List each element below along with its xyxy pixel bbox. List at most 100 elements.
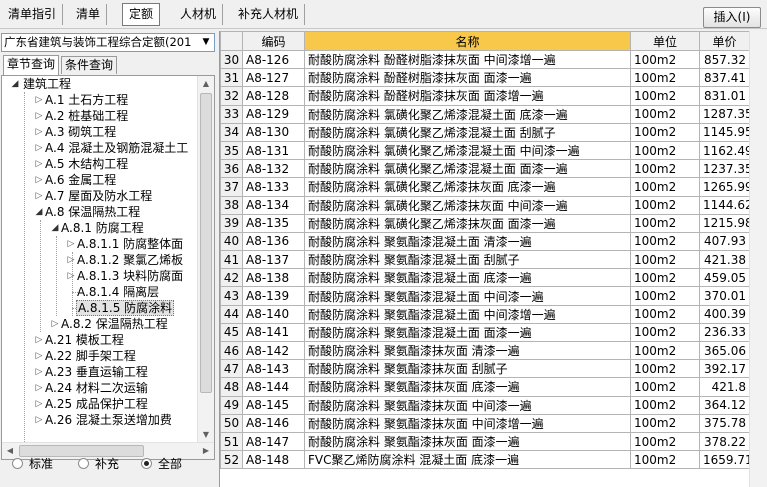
row-index[interactable]: 51 — [220, 431, 243, 452]
tree-node[interactable]: A.8.1.3 块料防腐面 — [76, 268, 184, 284]
table-row[interactable]: 40 A8-136 耐酸防腐涂料 聚氨酯漆混凝土面 清漆一遍 100m2 407.93 — [220, 231, 750, 252]
row-index[interactable]: 33 — [220, 104, 243, 124]
row-unit[interactable]: 100m2 — [630, 340, 700, 361]
row-price[interactable]: 1162.49 — [699, 140, 750, 161]
row-unit[interactable]: 100m2 — [630, 286, 700, 306]
row-unit[interactable]: 100m2 — [630, 231, 700, 252]
scroll-thumb[interactable] — [200, 93, 212, 393]
tree-expand-icon[interactable]: ▷ — [66, 252, 76, 268]
row-unit[interactable]: 100m2 — [630, 268, 700, 288]
row-code[interactable]: A8-146 — [242, 413, 305, 433]
row-name[interactable]: 耐酸防腐涂料 聚氨酯漆抹灰面 面漆一遍 — [304, 431, 631, 452]
row-name[interactable]: FVC聚乙烯防腐涂料 混凝土面 底漆一遍 — [304, 450, 631, 470]
table-row[interactable]: 36 A8-132 耐酸防腐涂料 氯磺化聚乙烯漆混凝土面 面漆一遍 100m2 1237… — [220, 159, 750, 179]
tree-node[interactable]: A.8.1 防腐工程 — [60, 220, 145, 236]
table-row[interactable]: 37 A8-133 耐酸防腐涂料 氯磺化聚乙烯漆抹灰面 底漆一遍 100m2 1265.… — [220, 177, 750, 197]
tree-expand-icon[interactable]: ▷ — [34, 108, 44, 124]
row-name[interactable]: 耐酸防腐涂料 酚醛树脂漆抹灰面 面漆增一遍 — [304, 86, 631, 106]
table-row[interactable]: 47 A8-143 耐酸防腐涂料 聚氨酯漆抹灰面 刮腻子 100m2 392.17 — [220, 359, 750, 379]
row-code[interactable]: A8-148 — [242, 450, 305, 470]
row-unit[interactable]: 100m2 — [630, 68, 700, 88]
table-row[interactable]: 39 A8-135 耐酸防腐涂料 氯磺化聚乙烯漆抹灰面 面漆一遍 100m2 1215.… — [220, 213, 750, 233]
tree-node[interactable]: A.21 模板工程 — [44, 332, 125, 348]
tab-bill[interactable]: 清单 — [70, 4, 108, 25]
tree-node[interactable]: A.4 混凝土及钢筋混凝土工 — [44, 140, 189, 156]
row-code[interactable]: A8-131 — [242, 140, 305, 161]
row-code[interactable]: A8-135 — [242, 213, 305, 233]
row-unit[interactable]: 100m2 — [630, 304, 700, 324]
tree-node[interactable]: A.1 土石方工程 — [44, 92, 129, 108]
tree-expand-icon[interactable]: ▷ — [34, 124, 44, 140]
tree-expand-icon[interactable]: ▷ — [34, 364, 44, 380]
tree-node-root[interactable]: 建筑工程 — [22, 76, 72, 92]
table-row[interactable]: 50 A8-146 耐酸防腐涂料 聚氨酯漆抹灰面 中间漆增一遍 100m2 375.78 — [220, 413, 750, 433]
row-name[interactable]: 耐酸防腐涂料 聚氨酯漆混凝土面 中间漆一遍 — [304, 286, 631, 306]
row-name[interactable]: 耐酸防腐涂料 聚氨酯漆混凝土面 刮腻子 — [304, 250, 631, 270]
row-name[interactable]: 耐酸防腐涂料 聚氨酯漆混凝土面 清漆一遍 — [304, 231, 631, 252]
scroll-up-icon[interactable]: ▲ — [198, 76, 214, 92]
row-unit[interactable]: 100m2 — [630, 195, 700, 215]
radio-circle-selected[interactable] — [141, 458, 152, 469]
tree-expand-icon[interactable]: ▷ — [34, 92, 44, 108]
row-index[interactable]: 42 — [220, 268, 243, 288]
row-code[interactable]: A8-128 — [242, 86, 305, 106]
table-row[interactable]: 45 A8-141 耐酸防腐涂料 聚氨酯漆混凝土面 面漆一遍 100m2 236.33 — [220, 322, 750, 343]
row-name[interactable]: 耐酸防腐涂料 氯磺化聚乙烯漆抹灰面 中间漆一遍 — [304, 195, 631, 215]
row-name[interactable]: 耐酸防腐涂料 聚氨酯漆混凝土面 中间漆增一遍 — [304, 304, 631, 324]
row-code[interactable]: A8-126 — [242, 49, 305, 70]
row-code[interactable]: A8-142 — [242, 340, 305, 361]
row-name[interactable]: 耐酸防腐涂料 聚氨酯漆混凝土面 面漆一遍 — [304, 322, 631, 343]
col-header-code[interactable]: 编码 — [242, 31, 305, 51]
table-vertical-scrollbar[interactable] — [749, 31, 767, 487]
row-unit[interactable]: 100m2 — [630, 213, 700, 233]
scroll-down-icon[interactable]: ▼ — [198, 427, 214, 443]
row-price[interactable]: 421.8 — [699, 377, 750, 397]
row-code[interactable]: A8-144 — [242, 377, 305, 397]
row-price[interactable]: 392.17 — [699, 359, 750, 379]
tree-node[interactable]: A.8.1.1 防腐整体面 — [76, 236, 184, 252]
row-code[interactable]: A8-143 — [242, 359, 305, 379]
row-code[interactable]: A8-145 — [242, 395, 305, 415]
col-header-unit[interactable]: 单位 — [630, 31, 700, 51]
row-price[interactable]: 407.93 — [699, 231, 750, 252]
tree-node[interactable]: A.3 砌筑工程 — [44, 124, 117, 140]
row-price[interactable]: 1215.98 — [699, 213, 750, 233]
radio-circle[interactable] — [12, 458, 23, 469]
tree-expand-icon[interactable]: ▷ — [34, 188, 44, 204]
row-unit[interactable]: 100m2 — [630, 450, 700, 470]
row-unit[interactable]: 100m2 — [630, 322, 700, 343]
row-price[interactable]: 1659.71 — [699, 450, 750, 470]
row-code[interactable]: A8-140 — [242, 304, 305, 324]
tree-node[interactable]: A.25 成品保护工程 — [44, 396, 149, 412]
row-unit[interactable]: 100m2 — [630, 122, 700, 142]
table-row[interactable]: 35 A8-131 耐酸防腐涂料 氯磺化聚乙烯漆混凝土面 中间漆一遍 100m2 116… — [220, 140, 750, 161]
row-unit[interactable]: 100m2 — [630, 86, 700, 106]
row-price[interactable]: 375.78 — [699, 413, 750, 433]
table-row[interactable]: 31 A8-127 耐酸防腐涂料 酚醛树脂漆抹灰面 面漆一遍 100m2 837.41 — [220, 68, 750, 88]
tree-expand-icon[interactable]: ▷ — [50, 316, 60, 332]
tree-node[interactable]: A.8.1.4 隔离层 — [76, 284, 160, 300]
table-row[interactable]: 48 A8-144 耐酸防腐涂料 聚氨酯漆抹灰面 底漆一遍 100m2 421.8 — [220, 377, 750, 397]
row-index[interactable]: 52 — [220, 450, 243, 470]
row-name[interactable]: 耐酸防腐涂料 聚氨酯漆抹灰面 底漆一遍 — [304, 377, 631, 397]
tree-expand-icon[interactable]: ▷ — [34, 332, 44, 348]
row-price[interactable]: 837.41 — [699, 68, 750, 88]
radio-circle[interactable] — [78, 458, 89, 469]
row-index[interactable]: 31 — [220, 68, 243, 88]
tree-collapse-icon[interactable]: ◢ — [10, 76, 20, 92]
tree-expand-icon[interactable]: ▷ — [34, 172, 44, 188]
row-index[interactable]: 45 — [220, 322, 243, 343]
row-unit[interactable]: 100m2 — [630, 140, 700, 161]
tree-node[interactable]: A.8 保温隔热工程 — [44, 204, 141, 220]
row-code[interactable]: A8-136 — [242, 231, 305, 252]
tree-expand-icon[interactable]: ▷ — [34, 412, 44, 428]
tab-chapter-query[interactable]: 章节查询 — [3, 55, 60, 75]
radio-standard[interactable]: 标准 — [12, 456, 53, 472]
row-price[interactable]: 1265.99 — [699, 177, 750, 197]
row-code[interactable]: A8-147 — [242, 431, 305, 452]
row-unit[interactable]: 100m2 — [630, 359, 700, 379]
table-row[interactable]: 30 A8-126 耐酸防腐涂料 酚醛树脂漆抹灰面 中间漆增一遍 100m2 857.3… — [220, 49, 750, 70]
tree-collapse-icon[interactable]: ◢ — [34, 204, 44, 220]
table-row[interactable]: 43 A8-139 耐酸防腐涂料 聚氨酯漆混凝土面 中间漆一遍 100m2 370.01 — [220, 286, 750, 306]
row-price[interactable]: 365.06 — [699, 340, 750, 361]
